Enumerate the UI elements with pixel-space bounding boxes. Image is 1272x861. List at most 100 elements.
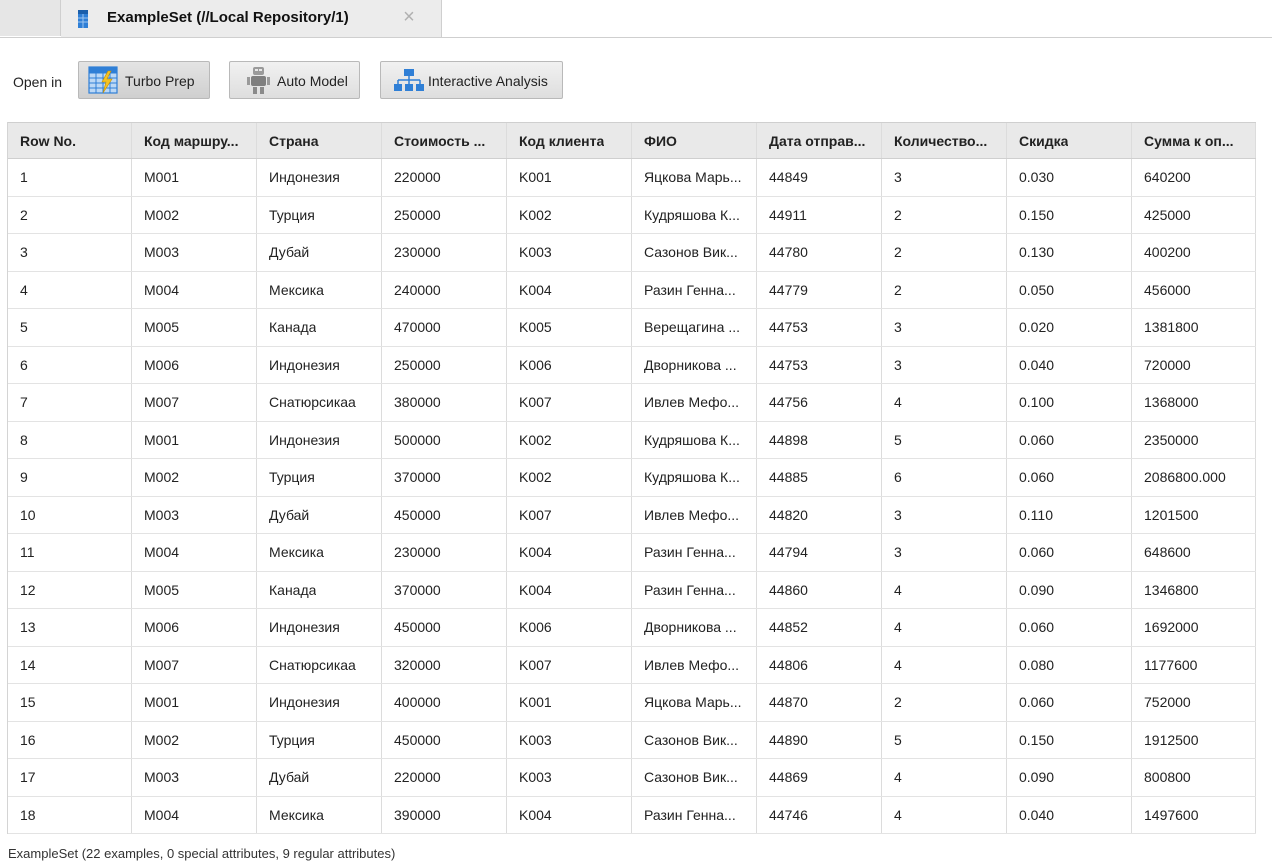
cell-amount-due[interactable]: 640200: [1132, 159, 1256, 196]
column-header-route-code[interactable]: Код маршру...: [132, 123, 257, 158]
cell-departure-date[interactable]: 44746: [757, 796, 882, 833]
table-row[interactable]: 2 M002 Турция 250000 K002 Кудряшова К... 44911…: [8, 196, 1256, 234]
cell-cost[interactable]: 380000: [382, 384, 507, 421]
table-row[interactable]: 4 M004 Мексика 240000 K004 Разин Генна... 4477…: [8, 271, 1256, 309]
cell-departure-date[interactable]: 44870: [757, 684, 882, 721]
cell-discount[interactable]: 0.150: [1007, 196, 1132, 233]
cell-route-code[interactable]: M002: [132, 196, 257, 233]
cell-row-no[interactable]: 16: [8, 721, 132, 758]
cell-country[interactable]: Турция: [257, 196, 382, 233]
cell-country[interactable]: Дубай: [257, 234, 382, 271]
cell-cost[interactable]: 500000: [382, 421, 507, 458]
cell-row-no[interactable]: 1: [8, 159, 132, 196]
cell-client-code[interactable]: K006: [507, 346, 632, 383]
cell-route-code[interactable]: M001: [132, 421, 257, 458]
cell-departure-date[interactable]: 44885: [757, 459, 882, 496]
cell-departure-date[interactable]: 44890: [757, 721, 882, 758]
cell-quantity[interactable]: 4: [882, 759, 1007, 796]
cell-amount-due[interactable]: 1692000: [1132, 609, 1256, 646]
cell-row-no[interactable]: 17: [8, 759, 132, 796]
cell-discount[interactable]: 0.060: [1007, 459, 1132, 496]
cell-cost[interactable]: 450000: [382, 609, 507, 646]
cell-country[interactable]: Индонезия: [257, 609, 382, 646]
cell-departure-date[interactable]: 44779: [757, 271, 882, 308]
cell-cost[interactable]: 400000: [382, 684, 507, 721]
cell-full-name[interactable]: Разин Генна...: [632, 796, 757, 833]
table-row[interactable]: 1 M001 Индонезия 220000 K001 Яцкова Марь... 44…: [8, 159, 1256, 197]
cell-row-no[interactable]: 11: [8, 534, 132, 571]
cell-country[interactable]: Мексика: [257, 534, 382, 571]
cell-route-code[interactable]: M001: [132, 159, 257, 196]
table-row[interactable]: 6 M006 Индонезия 250000 K006 Дворникова ... 44…: [8, 346, 1256, 384]
table-row[interactable]: 14 M007 Снатюрсикаа 320000 K007 Ивлев Мефо...…: [8, 646, 1256, 684]
table-row[interactable]: 9 M002 Турция 370000 K002 Кудряшова К... 44885…: [8, 459, 1256, 497]
cell-departure-date[interactable]: 44911: [757, 196, 882, 233]
table-row[interactable]: 18 M004 Мексика 390000 K004 Разин Генна... 447…: [8, 796, 1256, 834]
cell-discount[interactable]: 0.150: [1007, 721, 1132, 758]
table-row[interactable]: 7 M007 Снатюрсикаа 380000 K007 Ивлев Мефо... 4…: [8, 384, 1256, 422]
cell-full-name[interactable]: Яцкова Марь...: [632, 684, 757, 721]
cell-client-code[interactable]: K007: [507, 646, 632, 683]
cell-amount-due[interactable]: 1381800: [1132, 309, 1256, 346]
cell-amount-due[interactable]: 720000: [1132, 346, 1256, 383]
cell-cost[interactable]: 220000: [382, 759, 507, 796]
close-icon[interactable]: ×: [399, 6, 419, 28]
cell-cost[interactable]: 320000: [382, 646, 507, 683]
auto-model-button[interactable]: Auto Model: [229, 61, 360, 99]
cell-full-name[interactable]: Разин Генна...: [632, 271, 757, 308]
cell-country[interactable]: Индонезия: [257, 684, 382, 721]
cell-quantity[interactable]: 2: [882, 196, 1007, 233]
cell-route-code[interactable]: M007: [132, 384, 257, 421]
cell-client-code[interactable]: K001: [507, 684, 632, 721]
cell-discount[interactable]: 0.050: [1007, 271, 1132, 308]
cell-departure-date[interactable]: 44756: [757, 384, 882, 421]
table-row[interactable]: 13 M006 Индонезия 450000 K006 Дворникова ... 4…: [8, 609, 1256, 647]
cell-amount-due[interactable]: 800800: [1132, 759, 1256, 796]
cell-departure-date[interactable]: 44869: [757, 759, 882, 796]
cell-full-name[interactable]: Ивлев Мефо...: [632, 646, 757, 683]
cell-departure-date[interactable]: 44820: [757, 496, 882, 533]
cell-client-code[interactable]: K002: [507, 421, 632, 458]
cell-country[interactable]: Турция: [257, 459, 382, 496]
cell-route-code[interactable]: M001: [132, 684, 257, 721]
cell-row-no[interactable]: 4: [8, 271, 132, 308]
cell-full-name[interactable]: Кудряшова К...: [632, 459, 757, 496]
column-header-client-code[interactable]: Код клиента: [507, 123, 632, 158]
cell-full-name[interactable]: Дворникова ...: [632, 346, 757, 383]
table-row[interactable]: 16 M002 Турция 450000 K003 Сазонов Вик... 4489…: [8, 721, 1256, 759]
cell-quantity[interactable]: 6: [882, 459, 1007, 496]
cell-cost[interactable]: 240000: [382, 271, 507, 308]
cell-departure-date[interactable]: 44806: [757, 646, 882, 683]
cell-quantity[interactable]: 3: [882, 496, 1007, 533]
column-header-departure-date[interactable]: Дата отправ...: [757, 123, 882, 158]
cell-route-code[interactable]: M004: [132, 534, 257, 571]
column-header-country[interactable]: Страна: [257, 123, 382, 158]
column-header-discount[interactable]: Скидка: [1007, 123, 1132, 158]
cell-route-code[interactable]: M004: [132, 796, 257, 833]
cell-discount[interactable]: 0.080: [1007, 646, 1132, 683]
cell-full-name[interactable]: Ивлев Мефо...: [632, 384, 757, 421]
cell-amount-due[interactable]: 1201500: [1132, 496, 1256, 533]
cell-quantity[interactable]: 4: [882, 646, 1007, 683]
cell-route-code[interactable]: M003: [132, 496, 257, 533]
cell-departure-date[interactable]: 44898: [757, 421, 882, 458]
cell-client-code[interactable]: K003: [507, 759, 632, 796]
cell-client-code[interactable]: K007: [507, 496, 632, 533]
cell-cost[interactable]: 250000: [382, 346, 507, 383]
cell-amount-due[interactable]: 456000: [1132, 271, 1256, 308]
cell-discount[interactable]: 0.090: [1007, 571, 1132, 608]
cell-client-code[interactable]: K004: [507, 796, 632, 833]
cell-country[interactable]: Индонезия: [257, 159, 382, 196]
cell-country[interactable]: Дубай: [257, 496, 382, 533]
cell-quantity[interactable]: 4: [882, 384, 1007, 421]
table-row[interactable]: 12 M005 Канада 370000 K004 Разин Генна... 4486…: [8, 571, 1256, 609]
cell-country[interactable]: Канада: [257, 571, 382, 608]
cell-discount[interactable]: 0.100: [1007, 384, 1132, 421]
tab-exampleset[interactable]: ExampleSet (//Local Repository/1) ×: [61, 0, 442, 37]
cell-client-code[interactable]: K003: [507, 721, 632, 758]
cell-amount-due[interactable]: 1368000: [1132, 384, 1256, 421]
cell-discount[interactable]: 0.060: [1007, 684, 1132, 721]
cell-client-code[interactable]: K004: [507, 271, 632, 308]
cell-quantity[interactable]: 5: [882, 421, 1007, 458]
cell-full-name[interactable]: Кудряшова К...: [632, 196, 757, 233]
